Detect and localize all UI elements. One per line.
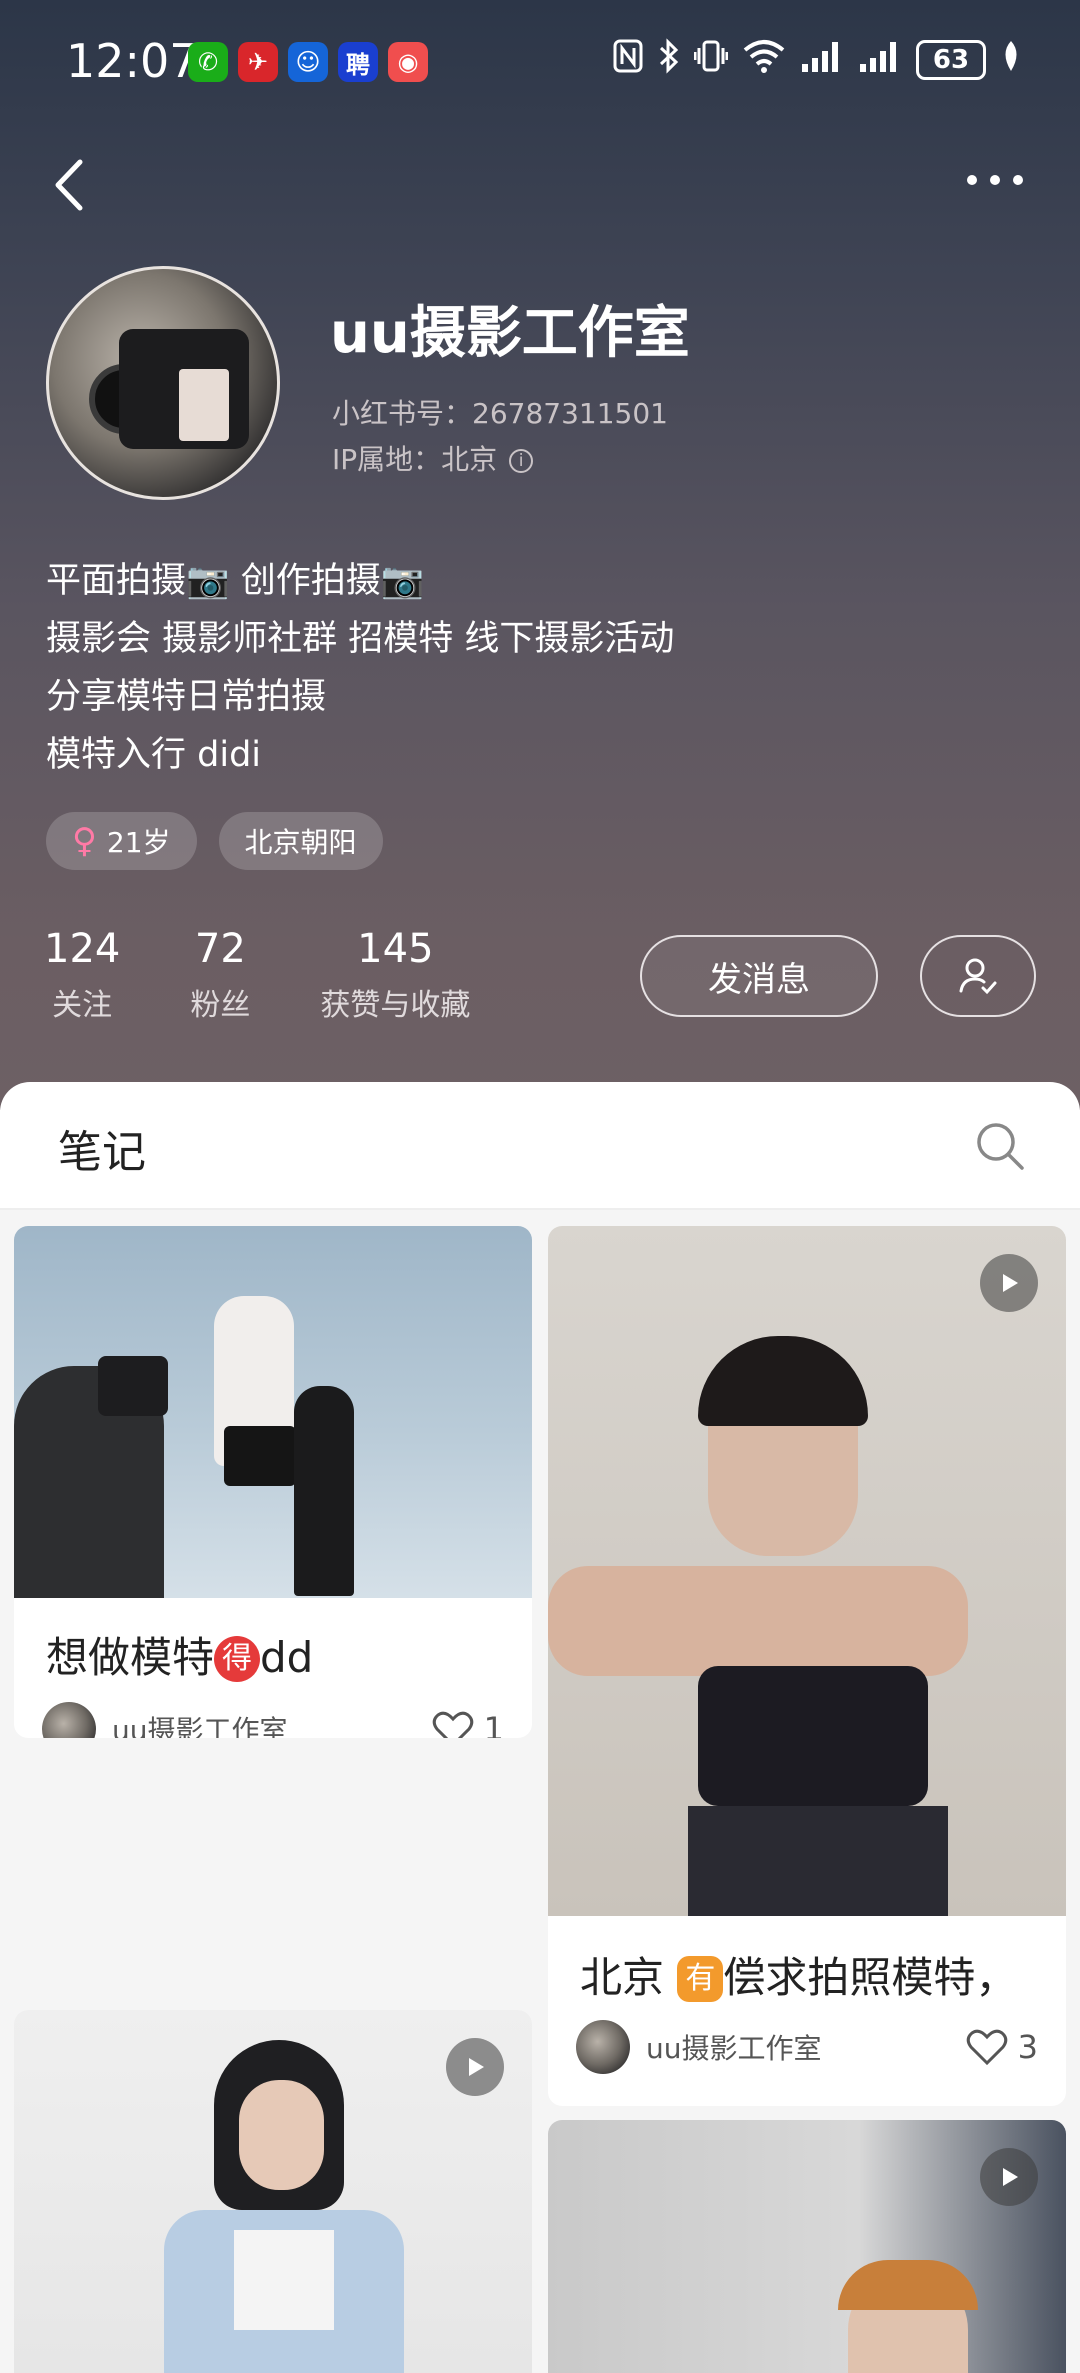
notification-app-icons: ✆ ✈ ☺ 聘 ◉ [188,42,428,82]
chevron-left-icon [55,159,83,211]
status-time: 12:07 [66,34,199,88]
stat-label: 粉丝 [190,988,251,1023]
note-cover-image [548,1226,1066,1916]
stat-value: 145 [357,926,434,972]
age-text: 21岁 [106,826,171,859]
note-title: 想做模特得 dd [46,1624,313,1685]
author-avatar [42,1702,96,1738]
stat-label: 获赞与收藏 [320,988,471,1023]
like-count: 3 [1017,2028,1038,2066]
signal-icon-2 [858,38,902,82]
video-play-button[interactable] [980,1254,1038,1312]
ip-location: IP属地：北京 i [332,438,534,478]
female-icon: ♀ [72,821,97,861]
zhaopin-icon: 聘 [338,42,378,82]
note-author[interactable]: uu摄影工作室 [576,2020,822,2074]
wifi-icon [742,38,786,82]
note-title-text: 偿求拍照模特， [723,1953,1018,2002]
note-card[interactable] [548,2120,1066,2373]
note-title-text: 想做模特 [46,1633,215,1682]
info-icon[interactable]: i [509,449,534,473]
note-author[interactable]: uu摄影工作室 [42,1702,288,1738]
video-play-button[interactable] [980,2148,1038,2206]
note-title-badge: 有 [677,1956,724,2002]
wechat-icon: ✆ [188,42,228,82]
play-icon [1003,1274,1018,1292]
weibo-icon: ◉ [388,42,428,82]
nfc-icon [612,38,644,82]
stat-value: 72 [194,926,246,972]
ip-location-text: IP属地：北京 [332,443,498,476]
heart-icon [966,2029,1007,2066]
battery-indicator: 63 [916,40,986,80]
age-tag: ♀ 21岁 [46,812,197,870]
system-icons: 63 [612,38,1022,82]
stat-label: 关注 [52,988,113,1023]
followed-user-button[interactable] [920,935,1036,1017]
signal-icon-1 [800,38,844,82]
play-icon [1003,2168,1018,2186]
search-button[interactable] [972,1118,1028,1174]
profile-name: uu摄影工作室 [330,301,690,366]
profile-stats: 124 关注 72 粉丝 145 获赞与收藏 [44,926,470,1024]
vibrate-icon [693,38,729,82]
note-title-text: dd [260,1633,314,1682]
like-button[interactable]: 3 [966,2028,1038,2066]
profile-tags: ♀ 21岁 北京朝阳 [46,812,383,870]
bio-line: 模特入行 didi [46,735,262,775]
back-button[interactable] [44,150,104,220]
stat-followers[interactable]: 72 粉丝 [190,926,250,1024]
note-title: 北京 有偿求拍照模特， [580,1944,1017,2005]
note-card[interactable] [14,2010,532,2373]
note-title-badge: 得 [214,1636,261,1682]
note-card[interactable]: 北京 有偿求拍照模特， uu摄影工作室 3 [548,1226,1066,2106]
stat-value: 124 [44,926,121,972]
tab-notes[interactable]: 笔记 [58,1116,146,1180]
heart-icon [432,1711,473,1738]
stat-following[interactable]: 124 关注 [44,926,120,1024]
notes-tab-bar: 笔记 [0,1082,1080,1210]
more-dots-icon [967,175,1023,185]
play-icon [469,2058,484,2076]
user-check-icon [959,958,997,995]
status-bar: 12:07 ✆ ✈ ☺ 聘 ◉ 63 [0,0,1080,120]
leaf-icon [1000,39,1022,81]
bluetooth-icon [658,38,680,82]
author-avatar [576,2020,630,2074]
profile-avatar[interactable] [46,266,280,500]
like-count: 1 [483,1710,504,1738]
more-options-button[interactable] [960,160,1030,200]
like-button[interactable]: 1 [432,1710,504,1738]
bio-line: 平面拍摄📷 创作拍摄📷 [46,561,425,601]
bio-line: 分享模特日常拍摄 [46,677,327,717]
author-name: uu摄影工作室 [112,1714,288,1738]
author-name: uu摄影工作室 [646,2032,822,2065]
search-icon [977,1123,1024,1170]
note-card[interactable]: 想做模特得 dd uu摄影工作室 1 [14,1226,532,1738]
notes-feed: 想做模特得 dd uu摄影工作室 1 北京 有偿求拍照模特， uu摄影工作室 3 [0,1210,1080,2373]
bio-line: 摄影会 摄影师社群 招模特 线下摄影活动 [46,619,675,659]
location-tag: 北京朝阳 [218,812,383,870]
redbook-id: 小红书号：26787311501 [332,397,668,430]
send-message-button[interactable]: 发消息 [640,935,878,1017]
note-title-text: 北京 [580,1953,678,2002]
video-play-button[interactable] [446,2038,504,2096]
app-red-icon: ✈ [238,42,278,82]
stat-likes-collects[interactable]: 145 获赞与收藏 [320,926,470,1024]
profile-bio: 平面拍摄📷 创作拍摄📷 摄影会 摄影师社群 招模特 线下摄影活动 分享模特日常拍… [46,552,674,784]
note-cover-image [14,1226,532,1598]
app-blue-icon: ☺ [288,42,328,82]
